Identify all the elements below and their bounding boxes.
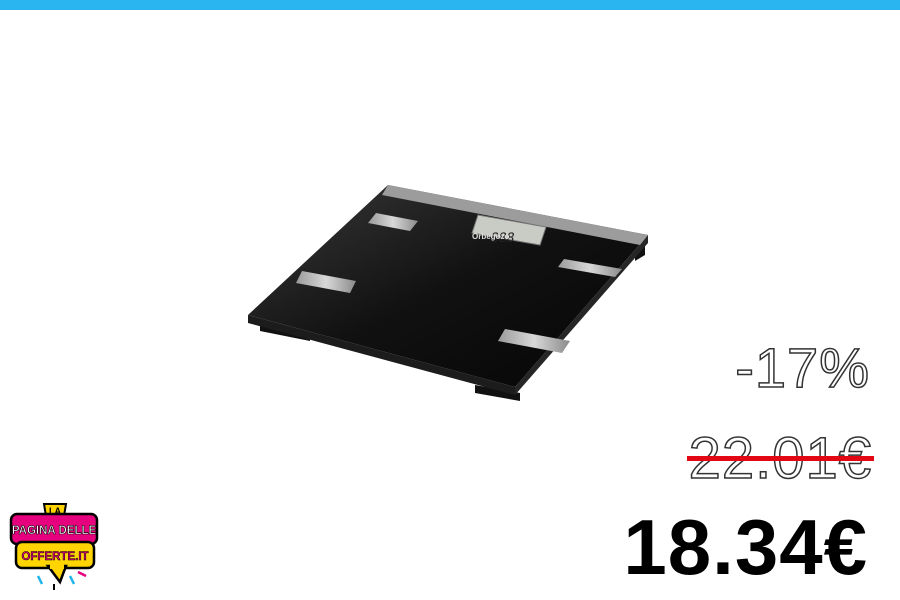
logo-text-offerte-it: OFFERTE.IT <box>21 551 88 563</box>
product-image-bathroom-scale: 888 Orbegozo <box>240 175 660 415</box>
site-logo[interactable]: LA PAGINA DELLE OFFERTE.IT <box>8 500 100 592</box>
discount-badge: -17% <box>735 336 870 399</box>
logo-text-pagina-delle: PAGINA DELLE <box>12 525 97 537</box>
strikethrough-line <box>686 456 874 461</box>
top-accent-bar <box>0 0 900 10</box>
new-price: 18.34€ <box>623 503 868 591</box>
brand-label: Orbegozo <box>472 232 509 241</box>
old-price-container: 22.01€ <box>686 429 874 488</box>
